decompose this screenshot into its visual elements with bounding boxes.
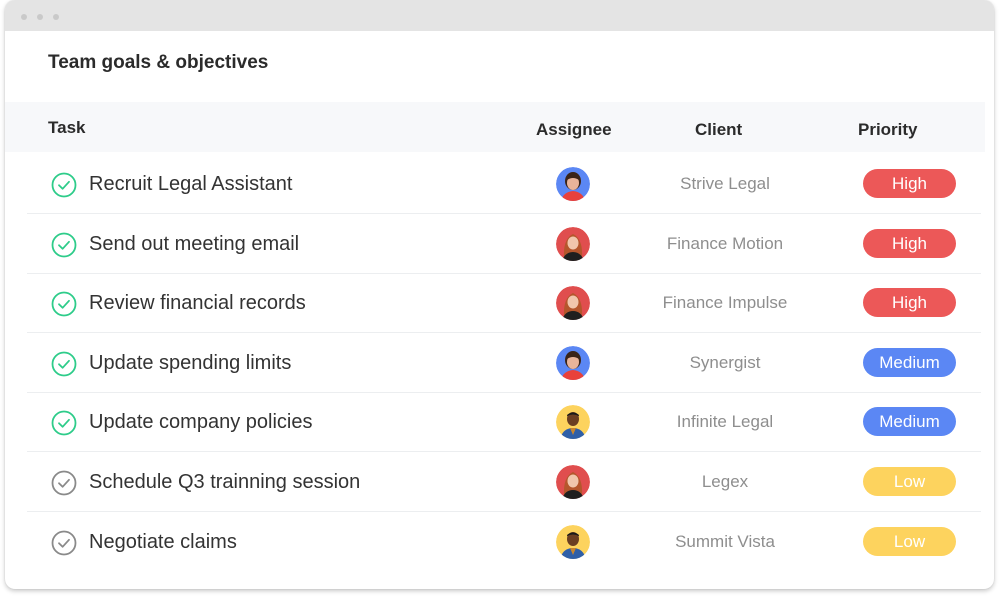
title-bar <box>5 0 994 31</box>
client-name: Strive Legal <box>680 174 770 193</box>
check-circle-incomplete-icon[interactable] <box>51 470 77 496</box>
table-row[interactable]: Send out meeting email Finance Motion High <box>5 214 994 274</box>
client-name: Infinite Legal <box>676 412 774 431</box>
window-minimize-dot[interactable] <box>37 14 43 20</box>
client-name: Summit Vista <box>675 532 775 551</box>
table-row[interactable]: Negotiate claims Summit Vista Low <box>5 512 994 572</box>
check-circle-complete-icon[interactable] <box>51 291 77 317</box>
app-window: Team goals & objectives Task Assignee Cl… <box>5 0 994 589</box>
assignee-avatar[interactable] <box>556 525 590 559</box>
assignee-avatar[interactable] <box>556 227 590 261</box>
task-name[interactable]: Schedule Q3 trainning session <box>89 471 360 494</box>
priority-badge[interactable]: High <box>863 229 956 258</box>
table-row[interactable]: Schedule Q3 trainning session Legex Low <box>5 452 994 512</box>
assignee-avatar[interactable] <box>556 405 590 439</box>
assignee-avatar[interactable] <box>556 465 590 499</box>
window-maximize-dot[interactable] <box>53 14 59 20</box>
check-circle-complete-icon[interactable] <box>51 351 77 377</box>
column-header-client[interactable]: Client <box>695 120 742 140</box>
table-row[interactable]: Update company policies Infinite Legal Med… <box>5 392 994 452</box>
task-name[interactable]: Review financial records <box>89 292 306 315</box>
column-header-priority[interactable]: Priority <box>858 120 918 140</box>
column-header-task[interactable]: Task <box>48 118 86 138</box>
client-name: Finance Motion <box>666 234 784 253</box>
column-header-assignee[interactable]: Assignee <box>536 120 612 140</box>
table-header <box>5 102 985 152</box>
table-row[interactable]: Recruit Legal Assistant Strive Legal High <box>5 154 994 214</box>
priority-badge[interactable]: Medium <box>863 348 956 377</box>
task-name[interactable]: Recruit Legal Assistant <box>89 173 292 196</box>
assignee-avatar[interactable] <box>556 286 590 320</box>
priority-badge[interactable]: High <box>863 169 956 198</box>
priority-badge[interactable]: Low <box>863 527 956 556</box>
task-name[interactable]: Send out meeting email <box>89 233 299 256</box>
page-title: Team goals & objectives <box>48 52 269 73</box>
check-circle-complete-icon[interactable] <box>51 172 77 198</box>
task-name[interactable]: Update spending limits <box>89 352 291 375</box>
check-circle-incomplete-icon[interactable] <box>51 530 77 556</box>
assignee-avatar[interactable] <box>556 167 590 201</box>
priority-badge[interactable]: Low <box>863 467 956 496</box>
table-row[interactable]: Review financial records Finance Impulse H… <box>5 273 994 333</box>
task-name[interactable]: Update company policies <box>89 411 312 434</box>
task-name[interactable]: Negotiate claims <box>89 531 237 554</box>
check-circle-complete-icon[interactable] <box>51 232 77 258</box>
client-name: Synergist <box>689 353 761 372</box>
window-close-dot[interactable] <box>21 14 27 20</box>
client-name: Legex <box>701 472 749 491</box>
priority-badge[interactable]: Medium <box>863 407 956 436</box>
table-row[interactable]: Update spending limits Synergist Medium <box>5 333 994 393</box>
check-circle-complete-icon[interactable] <box>51 410 77 436</box>
client-name: Finance Impulse <box>662 293 788 312</box>
assignee-avatar[interactable] <box>556 346 590 380</box>
priority-badge[interactable]: High <box>863 288 956 317</box>
